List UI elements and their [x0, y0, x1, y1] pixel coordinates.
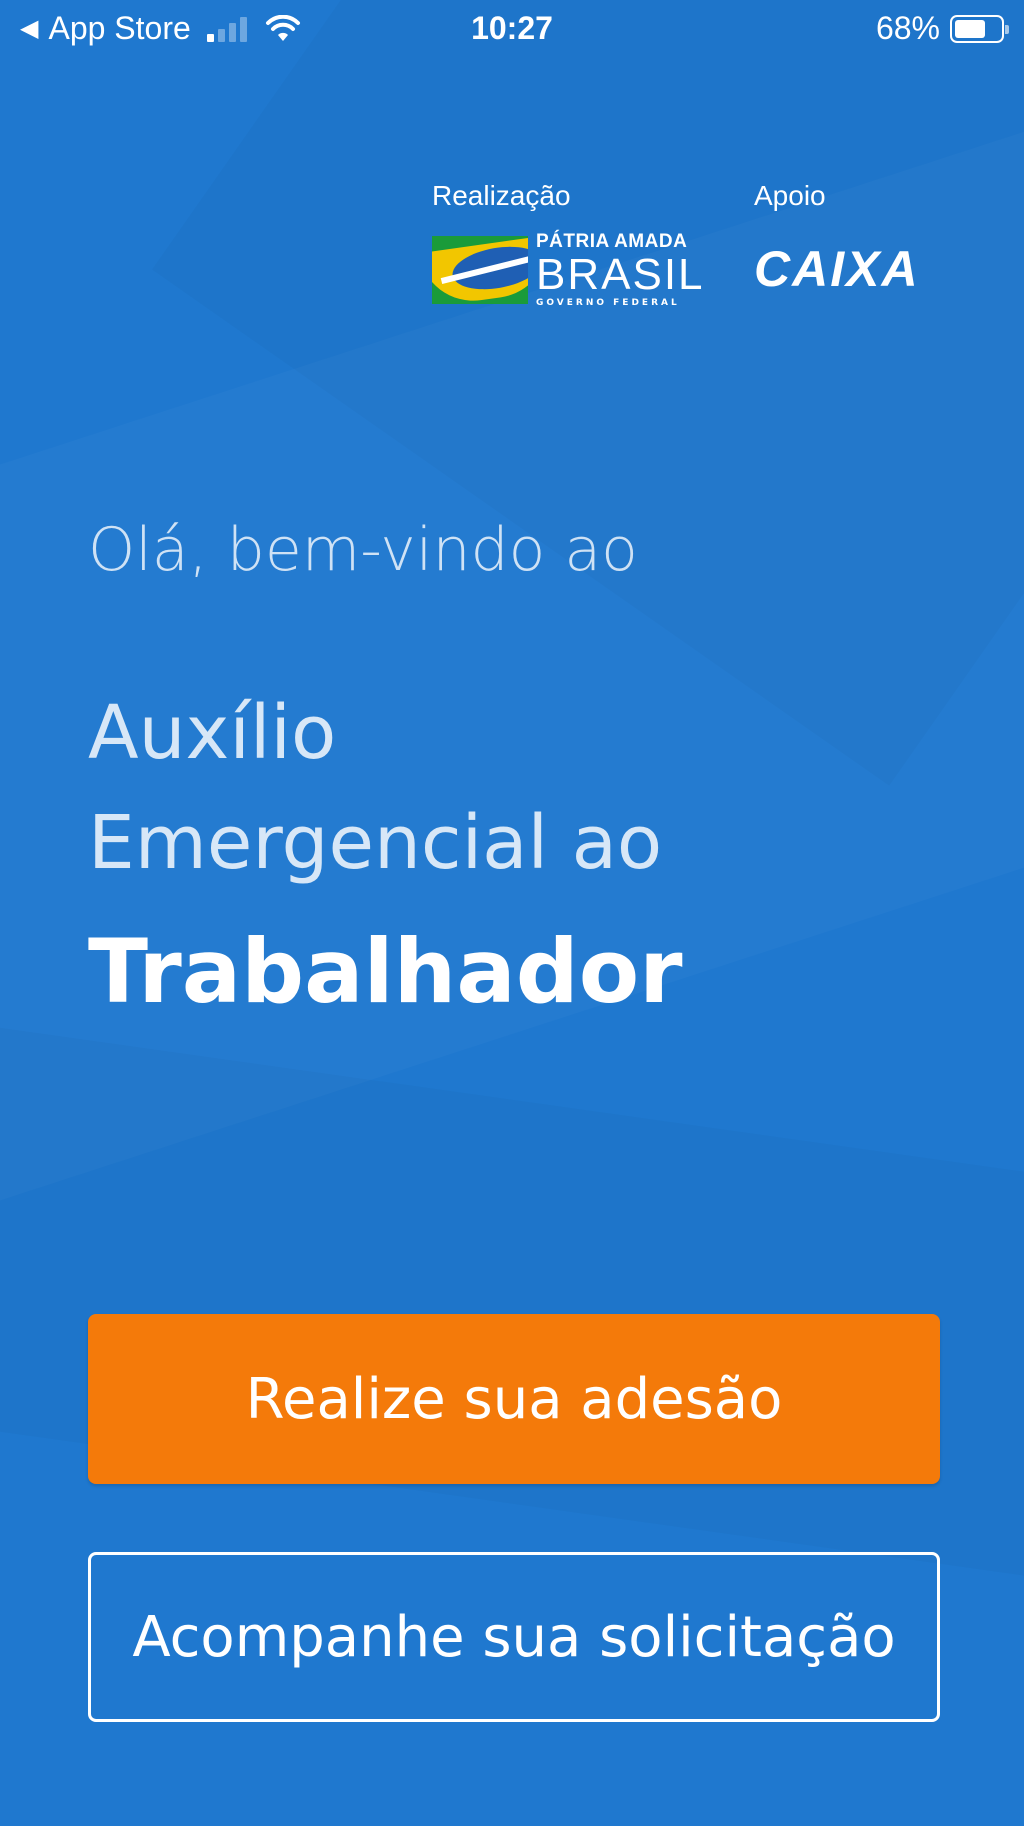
acompanhe-solicitacao-label: Acompanhe sua solicitação: [132, 1604, 896, 1670]
acompanhe-solicitacao-button[interactable]: Acompanhe sua solicitação: [88, 1552, 940, 1722]
title-line-3: Trabalhador: [88, 920, 683, 1023]
title-line-2: Emergencial ao: [88, 800, 663, 886]
patria-amada-brasil-logo: PÁTRIA AMADA BRASIL GOVERNO FEDERAL: [432, 232, 705, 308]
battery-fill: [955, 19, 985, 38]
clock: 10:27: [471, 10, 553, 46]
realize-adesao-button[interactable]: Realize sua adesão: [88, 1314, 940, 1484]
battery-icon: [950, 14, 1009, 43]
realize-adesao-label: Realize sua adesão: [245, 1366, 783, 1432]
apoio-label: Apoio: [754, 180, 826, 211]
caixa-text: CAIXA: [754, 241, 920, 297]
caixa-logo: CAIXA: [754, 240, 920, 298]
sponsor-realizacao: Realização PÁTRIA AMADA BRASIL GOVERNO F…: [432, 180, 705, 308]
status-bar: ◀ App Store 10:27 68%: [0, 0, 1024, 58]
realizacao-label: Realização: [432, 180, 571, 211]
title-line-1: Auxílio: [88, 690, 337, 776]
app-screen: ◀ App Store 10:27 68% Realização PÁTRIA …: [0, 0, 1024, 1826]
patria-brasil-text: BRASIL: [536, 250, 705, 299]
battery-status: 68%: [875, 10, 1009, 47]
battery-percent: 68%: [875, 10, 940, 46]
brazil-flag-icon: [432, 236, 528, 304]
patria-top-text: PÁTRIA AMADA: [536, 231, 688, 252]
patria-gov-text: GOVERNO FEDERAL: [536, 298, 680, 308]
greeting-text: Olá, bem-vindo ao: [88, 515, 638, 585]
sponsor-apoio: Apoio CAIXA: [754, 180, 920, 298]
